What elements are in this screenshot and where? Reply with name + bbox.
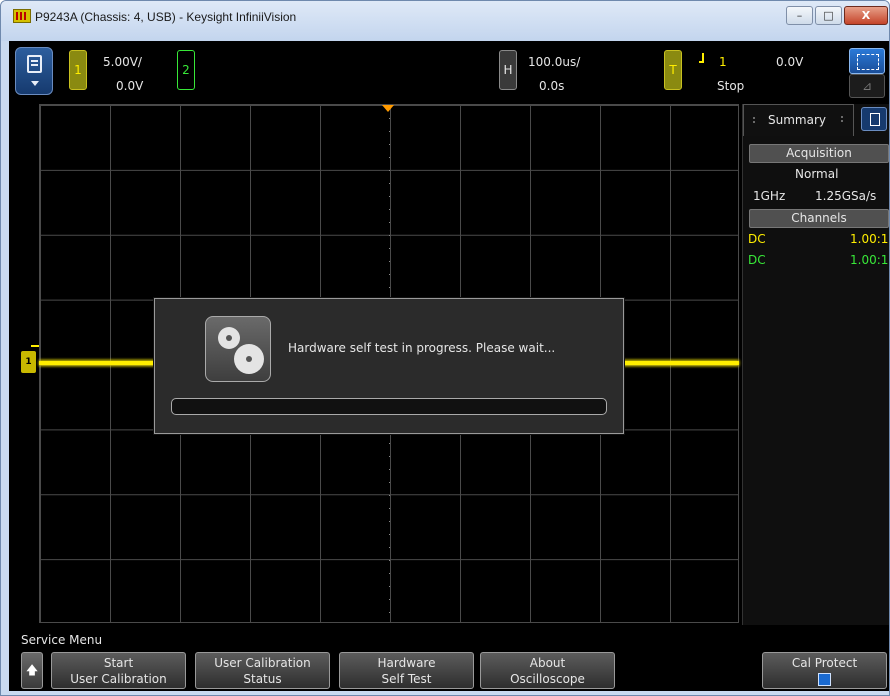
back-arrow-button[interactable]: 🡅 [21,652,43,689]
acquisition-header: Acquisition [749,144,889,163]
document-icon [27,55,42,73]
channels-header: Channels [749,209,889,228]
summary-panel: Summary Acquisition Normal 1GHz 1.25GSa/… [742,104,889,625]
channel-1-offset[interactable]: 0.0V [116,79,143,93]
cal-protect-label: Cal Protect [791,656,858,670]
softkey-label-line2: User Calibration [70,672,167,686]
trigger-source[interactable]: 1 [719,55,727,69]
trigger-badge[interactable]: T [664,50,682,90]
self-test-dialog: Hardware self test in progress. Please w… [154,298,624,434]
dialog-message: Hardware self test in progress. Please w… [288,341,556,355]
gears-icon [205,316,271,382]
grip-icon [840,115,844,123]
large-gear-icon [234,344,264,374]
bandwidth-value: 1GHz [753,189,786,203]
chevron-down-icon [31,81,39,86]
window-title: P9243A (Chassis: 4, USB) - Keysight Infi… [35,10,297,24]
softkey-label-line2: Status [243,672,282,686]
trigger-level-marker[interactable] [31,345,39,347]
maximize-button[interactable]: □ [815,6,842,25]
cal-protect-button[interactable]: Cal Protect [762,652,887,689]
main-menu-button[interactable] [15,47,53,95]
channel-1-ground-marker[interactable]: 1 [21,351,36,373]
softkey-menu-title: Service Menu [21,633,103,647]
window-bottom-border [9,691,889,695]
softkey-bar: 🡅 Start User Calibration User Calibratio… [21,650,889,691]
channel-2-coupling: DC [748,253,766,267]
trigger-position-marker[interactable] [382,105,394,112]
trigger-level[interactable]: 0.0V [776,55,803,69]
cal-protect-checkbox[interactable] [818,673,831,686]
softkey-label-line1: Hardware [377,656,436,670]
softkey-label-line1: User Calibration [214,656,311,670]
user-calibration-status-button[interactable]: User Calibration Status [195,652,330,689]
softkey-label-line2: Self Test [381,672,432,686]
channel-2-badge[interactable]: 2 [177,50,195,90]
tab-summary[interactable]: Summary [743,104,854,136]
softkey-label-line1: Start [103,656,134,670]
title-bar[interactable]: P9243A (Chassis: 4, USB) - Keysight Infi… [1,1,889,41]
channel-1-coupling: DC [748,232,766,246]
close-button[interactable]: X [844,6,888,25]
measure-icon[interactable]: ⊿ [849,74,885,98]
panel-menu-button[interactable] [861,107,887,131]
zoom-select-button[interactable] [849,48,885,74]
tab-summary-label: Summary [768,113,826,127]
horizontal-scale[interactable]: 100.0us/ [528,55,580,69]
channel-2-probe: 1.00:1 [850,253,889,267]
about-oscilloscope-button[interactable]: About Oscilloscope [480,652,615,689]
channel-1-scale[interactable]: 5.00V/ [103,55,142,69]
start-user-calibration-button[interactable]: Start User Calibration [51,652,186,689]
hardware-self-test-button[interactable]: Hardware Self Test [339,652,474,689]
softkey-label-line1: About [529,656,566,670]
sample-rate-value: 1.25GSa/s [815,189,877,203]
app-window: P9243A (Chassis: 4, USB) - Keysight Infi… [0,0,890,696]
softkey-label-line2: Oscilloscope [510,672,585,686]
acquisition-mode: Normal [795,167,839,181]
oscilloscope-display: 1 5.00V/ 0.0V 2 H 100.0us/ 0.0s T 1 0.0V… [9,41,889,691]
horizontal-badge[interactable]: H [499,50,517,90]
top-status-bar: 1 5.00V/ 0.0V 2 H 100.0us/ 0.0s T 1 0.0V… [9,41,889,103]
acquisition-state[interactable]: Stop [717,79,744,93]
channel-1-badge[interactable]: 1 [69,50,87,90]
horizontal-delay[interactable]: 0.0s [539,79,564,93]
minimize-button[interactable]: – [786,6,813,25]
self-test-progress-bar [171,398,607,415]
small-gear-icon [218,327,240,349]
app-icon [13,9,31,23]
channel-1-probe: 1.00:1 [850,232,889,246]
rising-edge-icon [699,53,709,65]
